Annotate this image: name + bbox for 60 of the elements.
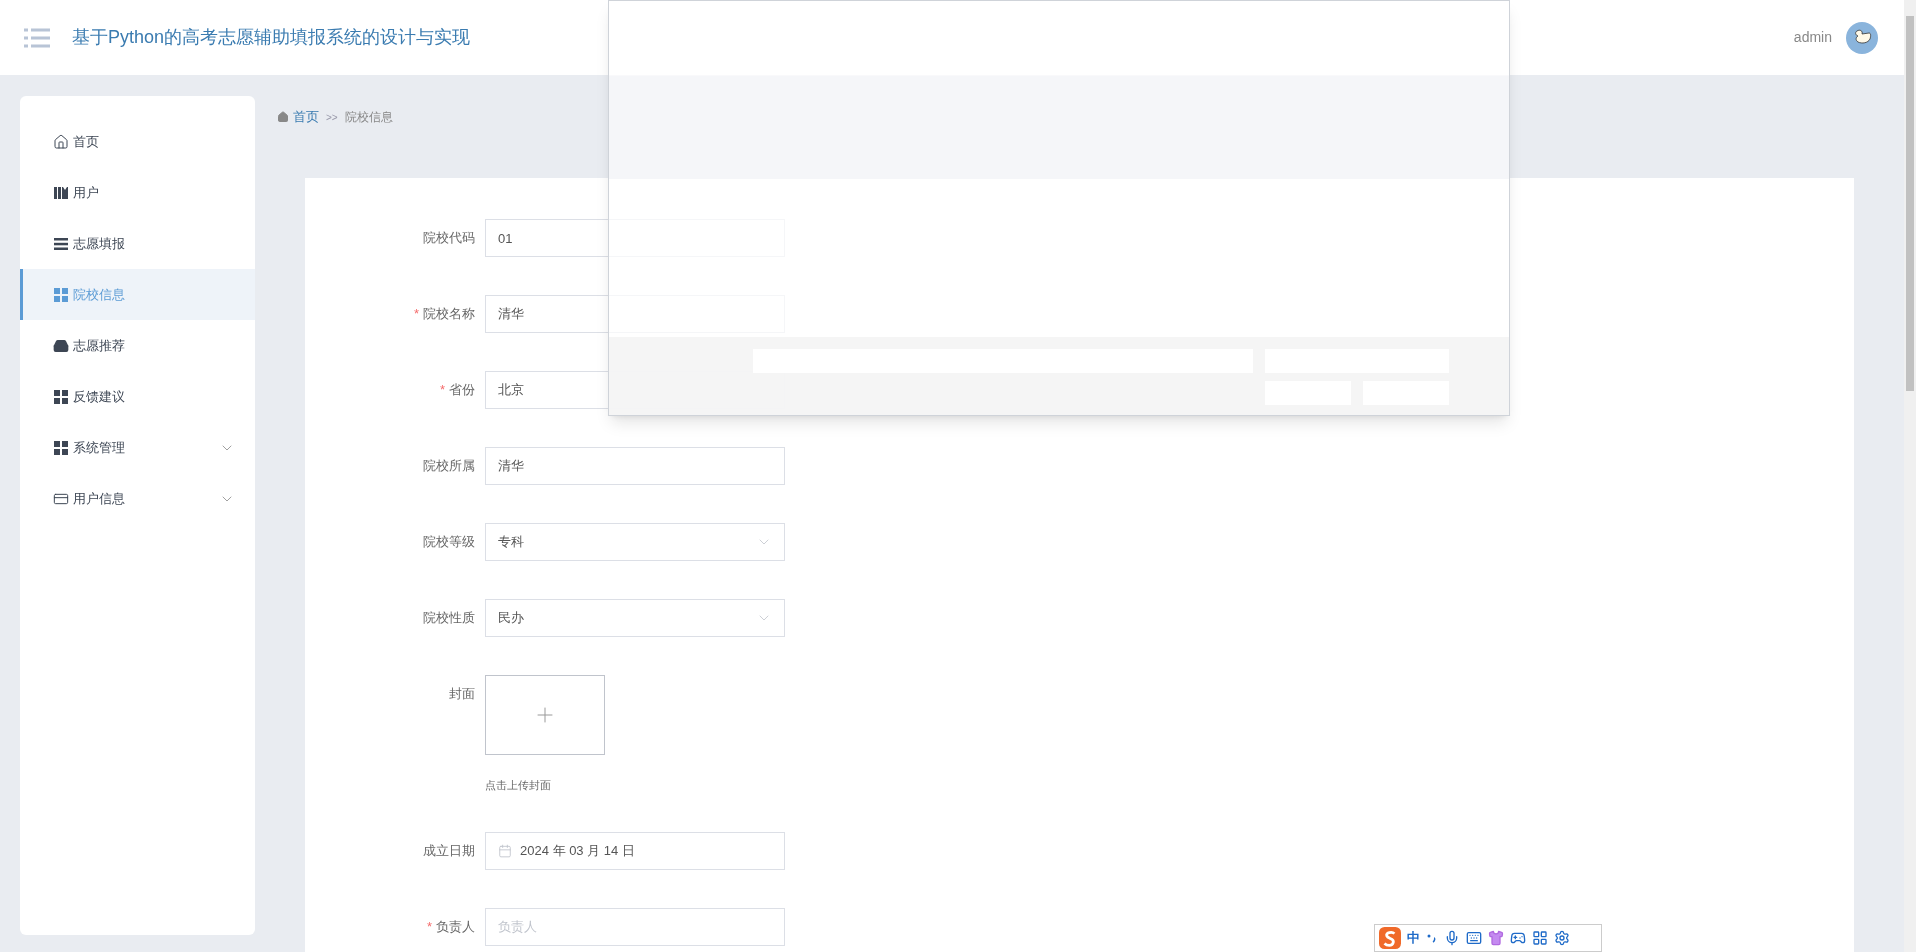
sidebar-item[interactable]: 系统管理	[20, 422, 255, 473]
sidebar-label: 用户	[73, 183, 100, 202]
punctuation-icon[interactable]	[1426, 932, 1438, 944]
settings-icon[interactable]	[1554, 930, 1570, 946]
sidebar-item[interactable]: 志愿填报	[20, 218, 255, 269]
select-value: 民办	[498, 609, 524, 628]
select-field[interactable]: 专科	[485, 523, 785, 561]
sidebar-label: 志愿填报	[73, 234, 126, 253]
upload-hint: 点击上传封面	[485, 778, 552, 793]
input-mode[interactable]: 中	[1407, 928, 1420, 948]
required-mark: *	[426, 917, 432, 936]
sidebar-label: 系统管理	[73, 438, 126, 457]
calendar-icon	[498, 843, 512, 858]
app-title: 基于Python的高考志愿辅助填报系统的设计与实现	[72, 26, 471, 49]
field-label: 省份	[449, 381, 475, 400]
keyboard-icon[interactable]	[1466, 930, 1482, 946]
field-label: 院校等级	[423, 533, 475, 552]
gamepad-icon[interactable]	[1510, 930, 1526, 946]
sidebar-label: 用户信息	[73, 489, 126, 508]
breadcrumb-link[interactable]: 首页	[293, 107, 319, 127]
sidebar-item[interactable]: 首页	[20, 116, 255, 167]
sidebar-label: 院校信息	[73, 285, 126, 304]
sidebar-label: 首页	[73, 132, 100, 151]
grid-icon	[53, 388, 69, 405]
breadcrumb-current: 院校信息	[344, 109, 393, 126]
field-label: 院校代码	[423, 229, 475, 248]
date-value: 2024 年 03 月 14 日	[520, 841, 635, 860]
field-label: 成立日期	[423, 841, 475, 860]
select-field[interactable]: 民办	[485, 599, 785, 637]
grid-icon	[53, 439, 69, 456]
tray-icon	[53, 337, 69, 354]
home-icon	[277, 111, 289, 123]
select-value: 专科	[498, 533, 524, 552]
sidebar-item[interactable]: 反馈建议	[20, 371, 255, 422]
text-field[interactable]: 负责人	[485, 907, 785, 946]
logo-icon[interactable]	[1379, 927, 1401, 949]
sidebar-label: 反馈建议	[73, 387, 126, 406]
required-mark: *	[439, 381, 445, 400]
date-field[interactable]: 2024 年 03 月 14 日	[485, 831, 785, 870]
field-label: 院校性质	[423, 609, 475, 628]
books-icon	[53, 184, 69, 201]
field-label: 封面	[449, 685, 475, 704]
sidebar-label: 志愿推荐	[73, 336, 126, 355]
sidebar-item[interactable]: 用户	[20, 167, 255, 218]
shirt-icon[interactable]	[1488, 930, 1504, 946]
grid-icon	[53, 286, 69, 303]
breadcrumb-separator: >>	[326, 110, 338, 125]
sidebar-item[interactable]: 用户信息	[20, 473, 255, 524]
field-label: 院校所属	[423, 457, 475, 476]
list-icon	[53, 235, 69, 252]
required-mark: *	[413, 305, 419, 324]
sidebar-item[interactable]: 志愿推荐	[20, 320, 255, 371]
user-name: admin	[1793, 28, 1832, 47]
grid-icon[interactable]	[1532, 930, 1548, 946]
field-label: 负责人	[436, 917, 475, 936]
avatar-icon[interactable]	[1846, 21, 1878, 54]
microphone-icon[interactable]	[1444, 930, 1460, 946]
home-icon	[53, 133, 69, 150]
field-label: 院校名称	[423, 305, 475, 324]
text-field[interactable]: 清华	[485, 447, 785, 485]
